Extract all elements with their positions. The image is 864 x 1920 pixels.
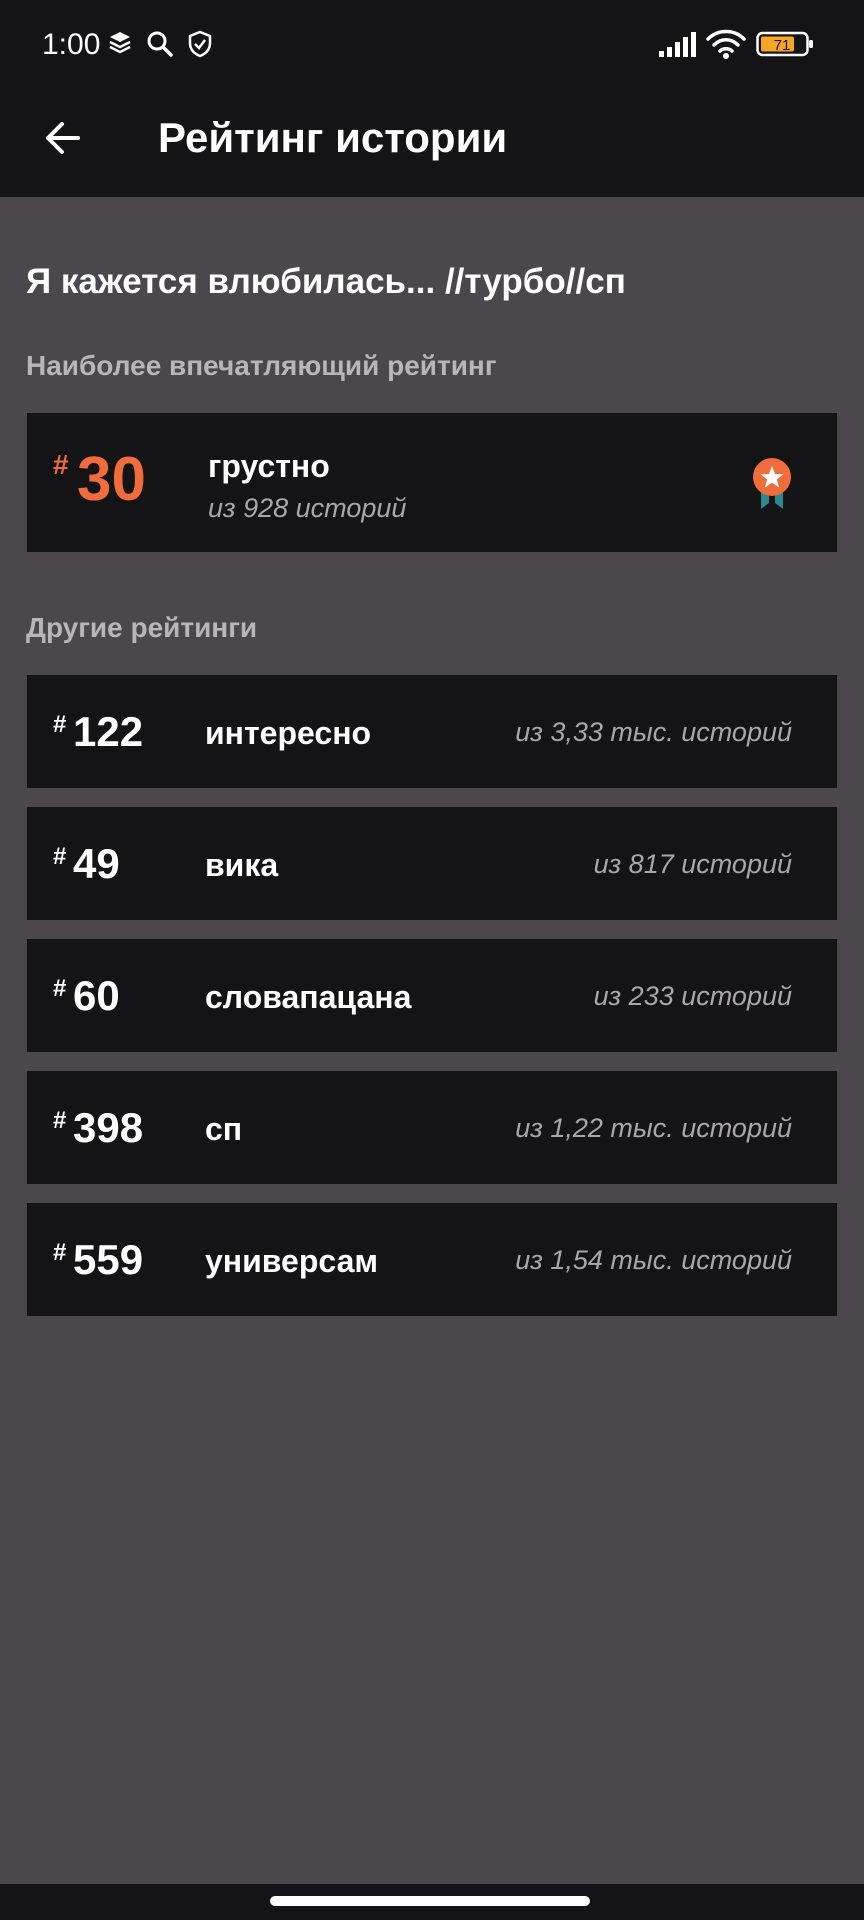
rating-tag: интересно: [205, 715, 372, 751]
battery-icon: 71: [756, 30, 814, 63]
rating-count: из 1,22 тыс. историй: [515, 1113, 792, 1143]
rank-number: 122: [73, 708, 144, 755]
rating-row-interesno[interactable]: # 122 интересно из 3,33 тыс. историй: [27, 675, 837, 788]
status-bar: 1:00 71: [0, 0, 864, 92]
navigation-bar: [0, 1884, 864, 1920]
wifi-icon: [706, 28, 746, 65]
rank-number: 30: [77, 445, 146, 514]
award-ribbon-icon: [749, 457, 795, 518]
battery-level: 71: [774, 37, 791, 54]
rank-hash: #: [53, 711, 67, 738]
rating-tag: сп: [205, 1111, 243, 1147]
rating-count: из 928 историй: [208, 493, 407, 523]
rank-hash: #: [53, 449, 69, 480]
rating-row-universam[interactable]: # 559 универсам из 1,54 тыс. историй: [27, 1203, 837, 1316]
rating-tag: универсам: [205, 1243, 379, 1279]
layers-icon: [108, 30, 132, 61]
rank-hash: #: [53, 975, 67, 1002]
rank-hash: #: [53, 1239, 67, 1266]
page-title: Рейтинг истории: [158, 114, 508, 161]
rating-count: из 3,33 тыс. историй: [515, 717, 792, 747]
rating-row-sp[interactable]: # 398 сп из 1,22 тыс. историй: [27, 1071, 837, 1184]
back-button[interactable]: [36, 112, 88, 164]
rating-tag: словапацана: [205, 979, 412, 1015]
shield-icon: [188, 30, 212, 63]
rank-hash: #: [53, 843, 67, 870]
rating-count: из 233 историй: [593, 981, 792, 1011]
rating-count: из 1,54 тыс. историй: [515, 1245, 792, 1275]
arrow-left-icon: [46, 122, 80, 154]
rank-number: 49: [73, 840, 120, 887]
section-label-best: Наиболее впечатляющий рейтинг: [26, 350, 497, 381]
rating-row-slovapacana[interactable]: # 60 словапацана из 233 историй: [27, 939, 837, 1052]
best-rating-card[interactable]: # 30 грустно из 928 историй: [27, 413, 837, 552]
rating-row-vika[interactable]: # 49 вика из 817 историй: [27, 807, 837, 920]
rating-count: из 817 историй: [593, 849, 792, 879]
search-icon: [146, 30, 174, 63]
rank-number: 398: [73, 1104, 144, 1151]
rating-tag: грустно: [208, 448, 330, 484]
rank-number: 60: [73, 972, 120, 1019]
story-title: Я кажется влюбилась... //турбо//сп: [26, 262, 626, 301]
section-label-other: Другие рейтинги: [26, 612, 258, 643]
signal-icon: [658, 32, 698, 63]
rank-number: 559: [73, 1236, 144, 1283]
app-bar: Рейтинг истории: [0, 92, 864, 197]
status-time: 1:00: [42, 28, 101, 61]
rating-tag: вика: [205, 847, 279, 883]
rank-hash: #: [53, 1107, 67, 1134]
home-indicator[interactable]: [270, 1896, 590, 1906]
